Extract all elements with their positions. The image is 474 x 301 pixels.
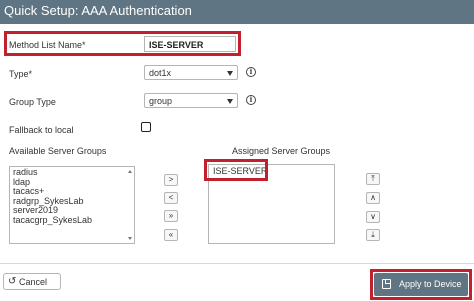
method-list-name-input[interactable]: ISE-SERVER [144, 36, 236, 52]
method-list-label: Method List Name* [9, 40, 86, 50]
move-right-button[interactable]: > [164, 174, 178, 186]
scroll-down-icon[interactable] [128, 237, 132, 240]
group-type-select[interactable]: group [144, 93, 238, 108]
available-groups-header: Available Server Groups [9, 146, 107, 156]
footer-divider [0, 263, 474, 264]
available-groups-list[interactable]: radius ldap tacacs+ radgrp_SykesLab serv… [9, 166, 135, 244]
move-to-bottom-button[interactable]: ⤓ [366, 229, 380, 241]
move-all-left-button[interactable]: « [164, 229, 178, 241]
move-up-button[interactable]: ∧ [366, 192, 380, 204]
dialog-titlebar: Quick Setup: AAA Authentication [0, 0, 474, 24]
type-label: Type* [9, 69, 33, 79]
dialog-title: Quick Setup: AAA Authentication [4, 3, 192, 18]
apply-label: Apply to Device [399, 279, 462, 289]
assigned-item-highlight [204, 159, 268, 181]
move-to-top-button[interactable]: ⤒ [366, 173, 380, 185]
move-all-right-button[interactable]: » [164, 210, 178, 222]
type-select-value: dot1x [149, 68, 172, 78]
chevron-down-icon [227, 71, 233, 76]
group-type-select-value: group [149, 96, 173, 106]
list-item[interactable]: radius [13, 167, 134, 178]
save-icon [382, 279, 391, 289]
group-type-label: Group Type [9, 97, 56, 107]
cancel-label: Cancel [19, 277, 48, 287]
fallback-checkbox[interactable] [141, 122, 151, 132]
info-icon[interactable]: i [246, 95, 256, 105]
apply-to-device-button[interactable]: Apply to Device [374, 273, 468, 296]
info-icon[interactable]: i [246, 67, 256, 77]
move-down-button[interactable]: ∨ [366, 211, 380, 223]
scroll-up-icon[interactable] [128, 170, 132, 173]
move-left-button[interactable]: < [164, 192, 178, 204]
assigned-groups-header: Assigned Server Groups [232, 146, 331, 156]
undo-icon: ↺ [8, 276, 17, 287]
list-item[interactable]: tacacgrp_SykesLab [13, 215, 134, 226]
chevron-down-icon [227, 99, 233, 104]
fallback-label: Fallback to local [9, 125, 74, 135]
cancel-button[interactable]: ↺ Cancel [3, 273, 61, 290]
type-select[interactable]: dot1x [144, 65, 238, 80]
